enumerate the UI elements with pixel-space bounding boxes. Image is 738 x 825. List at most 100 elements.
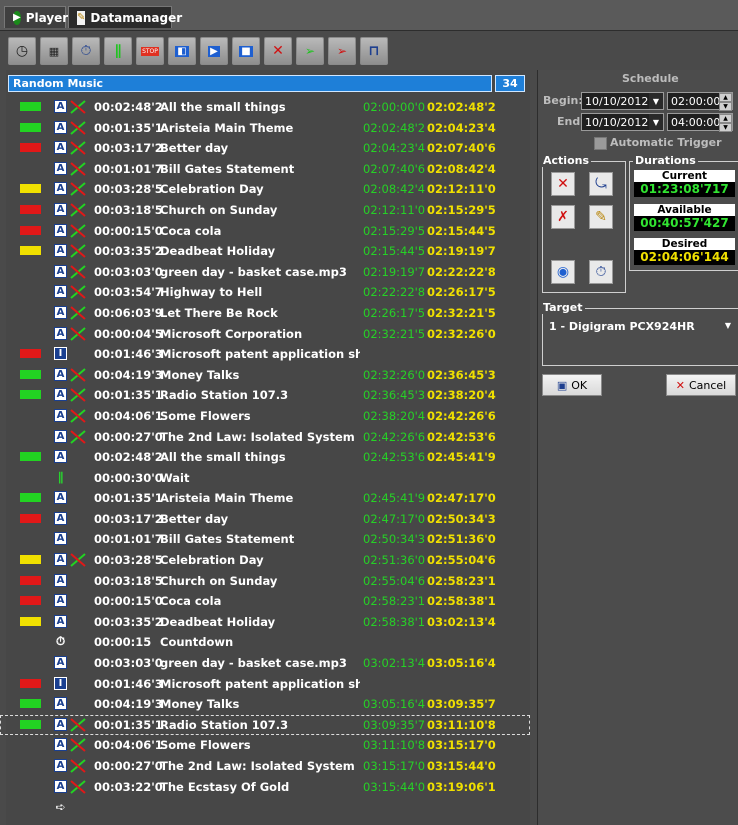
row-end: 02:32:21'5 (427, 305, 496, 320)
list-item[interactable]: ⏱ 00:00:15 Countdown (0, 632, 530, 653)
desired-value: 02:04:06'144 (634, 250, 735, 265)
end-date-field[interactable]: 10/10/2012 ▼ (581, 113, 664, 131)
list-item[interactable]: A 00:06:03'9 Let There Be Rock 02:26:17'5 02… (0, 303, 530, 324)
list-item[interactable]: I 00:01:46'3 Microsoft patent application … (0, 344, 530, 365)
list-item[interactable]: I 00:01:46'3 Microsoft patent application … (0, 674, 530, 695)
list-item[interactable]: A 00:03:17'2 Better day 02:04:23'4 02:07:40'… (0, 138, 530, 159)
begin-date-field[interactable]: 10/10/2012 ▼ (581, 92, 664, 110)
list-item[interactable]: A 00:01:35'1 Aristeia Main Theme 02:45:41'9… (0, 488, 530, 509)
crossfade-icon (70, 244, 86, 258)
color-marker (20, 204, 41, 214)
stop-square-icon[interactable]: ■ (232, 37, 260, 65)
list-item[interactable]: A 00:03:18'5 Church on Sunday 02:55:04'6 02:… (0, 571, 530, 592)
row-dur: 00:03:17'2 (94, 511, 163, 526)
list-item[interactable]: A 00:03:18'5 Church on Sunday 02:12:11'0 02:… (0, 200, 530, 221)
spinner-icon[interactable]: ▲ ▼ (719, 93, 732, 111)
row-end: 02:12:11'0 (427, 182, 496, 197)
row-start: 02:42:53'6 (363, 450, 426, 465)
row-start: 02:15:29'5 (363, 223, 426, 238)
list-item[interactable]: A 00:03:54'7 Highway to Hell 02:22:22'8 02:2… (0, 282, 530, 303)
row-title: Microsoft Corporation (160, 326, 303, 341)
list-item[interactable]: A 00:03:03'0 green day - basket case.mp3 03… (0, 653, 530, 674)
row-dur: 00:03:18'5 (94, 202, 163, 217)
target-select[interactable]: 1 - Digigram PCX924HR ▼ (546, 317, 735, 336)
durations-group: Durations Current 01:23:08'717 Available… (629, 154, 738, 271)
list-item[interactable]: A 00:01:01'7 Bill Gates Statement 02:50:34'… (0, 529, 530, 550)
chevron-down-icon[interactable]: ▼ (649, 114, 663, 130)
crossfade-icon (70, 141, 86, 155)
tab-datamanager[interactable]: ✎ Datamanager (68, 6, 182, 28)
audio-icon: A (54, 408, 67, 422)
list-item[interactable]: A 00:03:35'2 Deadbeat Holiday 02:58:38'1 03:… (0, 612, 530, 633)
ok-button[interactable]: ▣ OK (542, 374, 602, 396)
schedule-heading: Schedule (622, 72, 679, 85)
row-start: 02:04:23'4 (363, 141, 426, 156)
list-item[interactable]: A 00:03:17'2 Better day 02:47:17'0 02:50:34'… (0, 509, 530, 530)
stop-icon[interactable]: STOP (136, 37, 164, 65)
pulse-icon[interactable]: ⊓ (360, 37, 388, 65)
stopwatch-icon[interactable]: ⏱ (72, 37, 100, 65)
list-item[interactable]: A 00:04:06'1 Some Flowers 02:38:20'4 02:42:2… (0, 406, 530, 427)
list-item[interactable]: A 00:01:35'1 Aristeia Main Theme 02:02:48'2… (0, 118, 530, 139)
list-item[interactable]: A 00:00:27'0 The 2nd Law: Isolated System 0… (0, 427, 530, 448)
list-item[interactable]: A 00:00:04'5 Microsoft Corporation 02:32:21… (0, 324, 530, 345)
clock-icon[interactable]: ◷ (8, 37, 36, 65)
list-item[interactable]: A 00:00:27'0 The 2nd Law: Isolated System 0… (0, 756, 530, 777)
row-title: Bill Gates Statement (160, 161, 295, 176)
list-item[interactable]: A 00:03:35'2 Deadbeat Holiday 02:15:44'5 02:… (0, 241, 530, 262)
list-item[interactable]: A 00:04:19'3 Money Talks 02:32:26'0 02:36:45… (0, 365, 530, 386)
list-item[interactable]: A 00:03:03'0 green day - basket case.mp3 02… (0, 262, 530, 283)
fade-out-icon[interactable]: ➢ (328, 37, 356, 65)
crossfade-icon[interactable]: ✕ (264, 37, 292, 65)
row-title: green day - basket case.mp3 (160, 656, 347, 671)
chevron-down-icon[interactable]: ▼ (649, 93, 663, 109)
pencil-icon[interactable]: ✎ (589, 205, 613, 229)
color-marker (20, 596, 41, 606)
list-item[interactable]: A 00:03:28'5 Celebration Day 02:51:36'0 02:5… (0, 550, 530, 571)
tab-label: Datamanager (90, 10, 183, 25)
list-item[interactable]: A 00:02:48'2 All the small things 02:42:53'… (0, 447, 530, 468)
play-circle-icon[interactable]: ◉ (551, 260, 575, 284)
list-item[interactable]: A 00:04:19'3 Money Talks 03:05:16'4 03:09:35… (0, 694, 530, 715)
target-heading: Target (541, 301, 585, 314)
row-start: 02:02:48'2 (363, 120, 426, 135)
list-item[interactable]: A 00:01:01'7 Bill Gates Statement 02:07:40'… (0, 159, 530, 180)
crossfade-icon (70, 718, 86, 732)
list-item[interactable]: A 00:00:15'0 Coca cola 02:15:29'5 02:15:44'5 (0, 221, 530, 242)
list-item[interactable]: A 00:03:28'5 Celebration Day 02:08:42'4 02:1… (0, 179, 530, 200)
list-item[interactable]: A 00:01:35'1 Radio Station 107.3 02:36:45'3… (0, 385, 530, 406)
color-marker (20, 513, 41, 523)
remove-mix-icon[interactable]: ✗ (551, 205, 575, 229)
calendar-icon[interactable]: ▦ (40, 37, 68, 65)
list-item[interactable]: ➪ (0, 797, 530, 818)
list-item[interactable]: A 00:03:22'0 The Ecstasy Of Gold 03:15:44'0… (0, 777, 530, 798)
list-item[interactable]: A 00:01:35'1 Radio Station 107.3 03:09:35'7… (0, 714, 530, 736)
row-end: 03:09:35'7 (427, 697, 496, 712)
list-item[interactable]: ∥ 00:00:30'0 Wait (0, 468, 530, 489)
play-icon[interactable]: ▶ (200, 37, 228, 65)
tab-player[interactable]: ▶ Player (4, 6, 69, 28)
audio-icon: A (54, 697, 67, 711)
begin-time-field[interactable]: 02:00:00 ▲ ▼ (667, 92, 733, 111)
list-item[interactable]: A 00:02:48'2 All the small things 02:00:00'… (0, 97, 530, 118)
fade-in-icon[interactable]: ➢ (296, 37, 324, 65)
chevron-down-icon[interactable]: ▼ (721, 317, 735, 333)
stopwatch-icon[interactable]: ⏱ (589, 260, 613, 284)
delete-icon[interactable]: ✕ (551, 172, 575, 196)
row-dur: 00:03:35'2 (94, 614, 163, 629)
list-item[interactable]: A 00:00:15'0 Coca cola 02:58:23'1 02:58:38'1 (0, 591, 530, 612)
color-marker (20, 246, 41, 256)
row-end: 02:38:20'4 (427, 388, 496, 403)
automatic-trigger-checkbox[interactable] (594, 137, 607, 150)
list-item[interactable]: A 00:04:06'1 Some Flowers 03:11:10'8 03:15:1… (0, 735, 530, 756)
spinner-icon[interactable]: ▲ ▼ (719, 114, 732, 132)
cancel-button[interactable]: ✕ Cancel (666, 374, 736, 396)
play-prev-icon[interactable]: ◧ (168, 37, 196, 65)
row-dur: 00:03:17'2 (94, 141, 163, 156)
row-start: 02:32:21'5 (363, 326, 426, 341)
pause-icon[interactable]: ∥ (104, 37, 132, 65)
tab-label: Player (25, 10, 69, 25)
row-end: 02:07:40'6 (427, 141, 496, 156)
end-time-field[interactable]: 04:00:00 ▲ ▼ (667, 113, 733, 132)
move-icon[interactable]: ⤿ (589, 172, 613, 196)
